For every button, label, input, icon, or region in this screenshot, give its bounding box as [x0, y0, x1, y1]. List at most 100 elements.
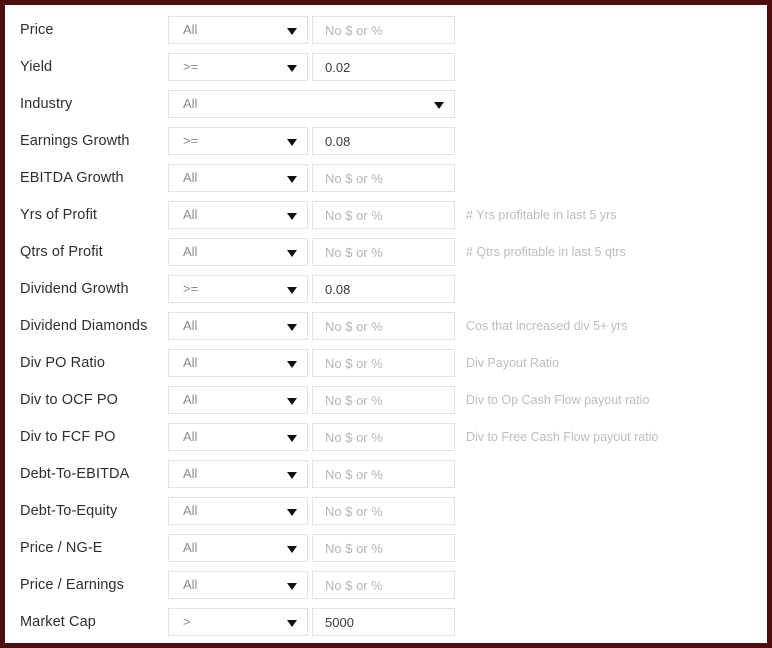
- filter-row: Debt-To-Equity All: [5, 497, 767, 525]
- filter-controls: All: [168, 534, 455, 562]
- filter-label: EBITDA Growth: [20, 170, 124, 186]
- operator-select-value: All: [183, 170, 198, 185]
- filter-hint: # Yrs profitable in last 5 yrs: [466, 208, 617, 222]
- filter-row: EBITDA Growth All: [5, 164, 767, 192]
- operator-select[interactable]: All: [168, 349, 308, 377]
- filter-value-input[interactable]: [312, 349, 455, 377]
- filter-row: Dividend Growth >=: [5, 275, 767, 303]
- chevron-down-icon: [287, 361, 297, 368]
- filter-controls: All: [168, 164, 455, 192]
- operator-select-value: All: [183, 540, 198, 555]
- operator-select-value: All: [183, 392, 198, 407]
- operator-select-value: >: [183, 614, 191, 629]
- filter-controls: >=: [168, 127, 455, 155]
- filter-label: Market Cap: [20, 614, 96, 630]
- filter-label: Yrs of Profit: [20, 207, 98, 223]
- operator-select[interactable]: All: [168, 571, 308, 599]
- operator-select-value: All: [183, 96, 198, 111]
- chevron-down-icon: [287, 509, 297, 516]
- chevron-down-icon: [287, 583, 297, 590]
- filter-controls: >=: [168, 275, 455, 303]
- operator-select[interactable]: >=: [168, 127, 308, 155]
- operator-select-value: All: [183, 244, 198, 259]
- filter-row: Price All: [5, 16, 767, 44]
- filter-row: Yrs of Profit All # Yrs profitable in last…: [5, 201, 767, 229]
- filter-label: Debt-To-EBITDA: [20, 466, 130, 482]
- filter-row: Div to OCF PO All Div to Op Cash Flow payo…: [5, 386, 767, 414]
- chevron-down-icon: [287, 65, 297, 72]
- filter-value-input[interactable]: [312, 423, 455, 451]
- filter-label: Qtrs of Profit: [20, 244, 103, 260]
- filter-row: Yield >=: [5, 53, 767, 81]
- filter-controls: All: [168, 349, 455, 377]
- chevron-down-icon: [287, 324, 297, 331]
- operator-select[interactable]: All: [168, 423, 308, 451]
- operator-select[interactable]: All: [168, 90, 455, 118]
- filter-label: Earnings Growth: [20, 133, 130, 149]
- operator-select[interactable]: >: [168, 608, 308, 636]
- filter-row: Div to FCF PO All Div to Free Cash Flow pa…: [5, 423, 767, 451]
- screener-filter-form: Price All Yield >= Industry All Earnings Growt…: [5, 5, 767, 643]
- filter-value-input[interactable]: [312, 497, 455, 525]
- chevron-down-icon: [287, 546, 297, 553]
- filter-controls: All: [168, 423, 455, 451]
- chevron-down-icon: [287, 213, 297, 220]
- operator-select-value: >=: [183, 133, 199, 148]
- operator-select[interactable]: All: [168, 460, 308, 488]
- operator-select[interactable]: >=: [168, 53, 308, 81]
- filter-value-input[interactable]: [312, 460, 455, 488]
- filter-label: Debt-To-Equity: [20, 503, 118, 519]
- filter-controls: All: [168, 90, 455, 118]
- filter-row: Industry All: [5, 90, 767, 118]
- filter-label: Div to FCF PO: [20, 429, 116, 445]
- filter-label: Industry: [20, 96, 73, 112]
- chevron-down-icon: [287, 620, 297, 627]
- filter-value-input[interactable]: [312, 275, 455, 303]
- filter-label: Div to OCF PO: [20, 392, 118, 408]
- filter-controls: >=: [168, 53, 455, 81]
- filter-label: Price / Earnings: [20, 577, 124, 593]
- filter-hint: Cos that increased div 5+ yrs: [466, 319, 628, 333]
- filter-hint: Div to Free Cash Flow payout ratio: [466, 430, 659, 444]
- operator-select[interactable]: All: [168, 386, 308, 414]
- filter-value-input[interactable]: [312, 201, 455, 229]
- filter-row: Qtrs of Profit All # Qtrs profitable in la…: [5, 238, 767, 266]
- filter-value-input[interactable]: [312, 571, 455, 599]
- filter-value-input[interactable]: [312, 164, 455, 192]
- filter-controls: All: [168, 312, 455, 340]
- filter-row: Price / Earnings All: [5, 571, 767, 599]
- chevron-down-icon: [287, 398, 297, 405]
- filter-hint: Div Payout Ratio: [466, 356, 560, 370]
- operator-select[interactable]: All: [168, 534, 308, 562]
- filter-value-input[interactable]: [312, 386, 455, 414]
- filter-value-input[interactable]: [312, 608, 455, 636]
- filter-label: Yield: [20, 59, 53, 75]
- operator-select-value: >=: [183, 59, 199, 74]
- filter-value-input[interactable]: [312, 127, 455, 155]
- chevron-down-icon: [287, 176, 297, 183]
- filter-value-input[interactable]: [312, 312, 455, 340]
- filter-row: Debt-To-EBITDA All: [5, 460, 767, 488]
- operator-select-value: All: [183, 207, 198, 222]
- operator-select[interactable]: All: [168, 497, 308, 525]
- filter-value-input[interactable]: [312, 534, 455, 562]
- operator-select-value: All: [183, 466, 198, 481]
- filter-controls: All: [168, 386, 455, 414]
- operator-select[interactable]: All: [168, 16, 308, 44]
- filter-value-input[interactable]: [312, 16, 455, 44]
- filter-hint: Div to Op Cash Flow payout ratio: [466, 393, 650, 407]
- operator-select[interactable]: All: [168, 312, 308, 340]
- filter-controls: All: [168, 238, 455, 266]
- filter-row: Dividend Diamonds All Cos that increased d…: [5, 312, 767, 340]
- operator-select[interactable]: >=: [168, 275, 308, 303]
- operator-select[interactable]: All: [168, 238, 308, 266]
- operator-select[interactable]: All: [168, 201, 308, 229]
- chevron-down-icon: [287, 250, 297, 257]
- filter-value-input[interactable]: [312, 53, 455, 81]
- operator-select[interactable]: All: [168, 164, 308, 192]
- filter-label: Price: [20, 22, 54, 38]
- chevron-down-icon: [287, 139, 297, 146]
- chevron-down-icon: [287, 287, 297, 294]
- filter-value-input[interactable]: [312, 238, 455, 266]
- filter-controls: >: [168, 608, 455, 636]
